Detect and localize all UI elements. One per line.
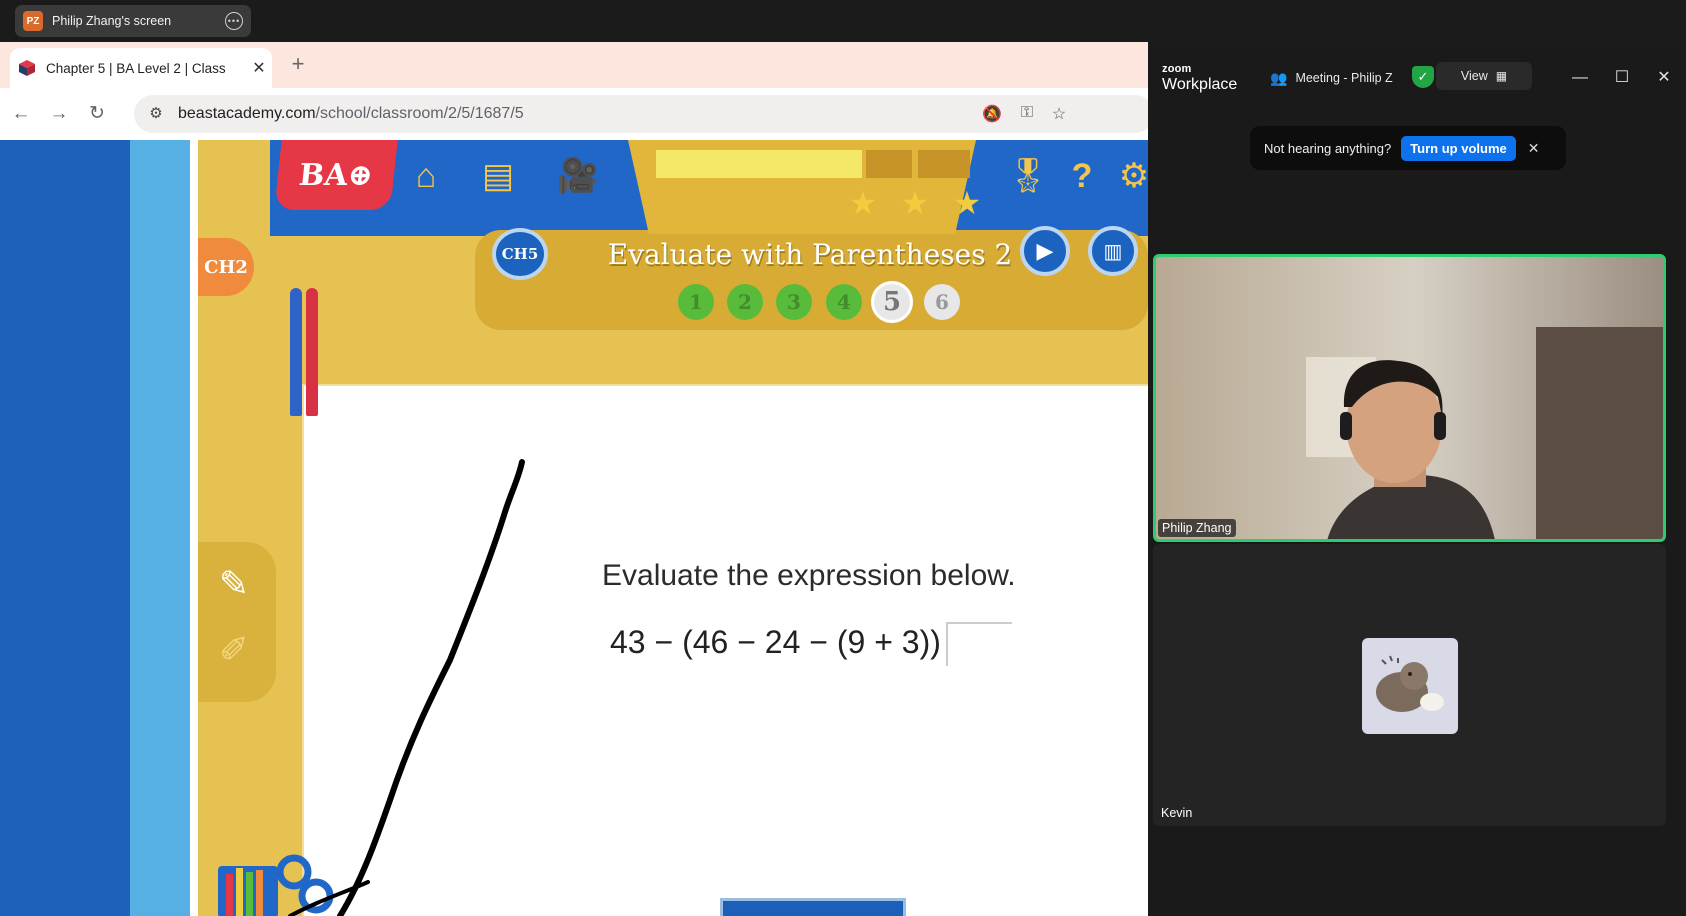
question-dot-3[interactable]: 3 <box>776 284 812 320</box>
star-icon: ★ <box>900 185 930 221</box>
screen-share-chip[interactable]: PZ Philip Zhang's screen ••• <box>15 5 251 37</box>
close-window-icon[interactable]: ✕ <box>1650 64 1678 92</box>
maximize-icon[interactable]: ☐ <box>1608 64 1636 92</box>
background-blue-panel <box>0 140 130 916</box>
zoom-logo-big: Workplace <box>1162 76 1238 93</box>
zoom-logo-small: zoom <box>1162 63 1192 75</box>
lesson-title: Evaluate with Parentheses 2 <box>607 238 1013 271</box>
zoom-title-bar: zoom Workplace 👥 Meeting - Philip Z ✓ Vi… <box>1148 50 1686 106</box>
beast-academy-page: BA⊕ ⌂ ▤ 🎥 ★ ★ ★ 🎖 ? ⚙ CH5 Evaluate with … <box>0 140 1148 916</box>
beast-academy-favicon <box>18 59 36 77</box>
tab-strip: Chapter 5 | BA Level 2 | Class ✕ + <box>0 42 1148 88</box>
help-icon[interactable]: ? <box>1058 152 1106 200</box>
participant-name: Philip Zhang <box>1158 519 1236 537</box>
previous-chapter-badge[interactable]: CH2 <box>198 238 254 296</box>
freehand-ink-stroke <box>288 459 525 916</box>
play-video-button[interactable]: ▶ <box>1020 226 1070 276</box>
view-label: View <box>1460 69 1488 83</box>
site-info-icon[interactable]: ⚙ <box>146 104 166 124</box>
turn-up-volume-button[interactable]: Turn up volume <box>1401 135 1516 161</box>
url-path: /school/classroom/2/5/1687/5 <box>315 105 524 122</box>
meeting-title: Meeting - Philip Z <box>1295 71 1393 85</box>
background-stripe <box>130 140 190 916</box>
check-answer-button[interactable] <box>720 898 906 916</box>
more-options-icon[interactable]: ••• <box>225 12 243 30</box>
address-bar[interactable]: ⚙ beastacademy.com/school/classroom/2/5/… <box>134 95 1148 133</box>
lesson-progress-bar <box>656 150 862 178</box>
participant-video-tile[interactable]: Philip Zhang <box>1153 254 1666 542</box>
zoom-workplace-logo: zoom Workplace <box>1162 64 1252 98</box>
tab-title: Chapter 5 | BA Level 2 | Class <box>46 60 226 76</box>
password-key-icon[interactable]: ⚿ <box>1016 104 1038 124</box>
guide-book-button[interactable]: ▥ <box>1088 226 1138 276</box>
question-dot-2[interactable]: 2 <box>727 284 763 320</box>
star-icon: ★ <box>848 185 878 221</box>
shared-browser-window: Chapter 5 | BA Level 2 | Class ✕ + ← → ↻… <box>0 42 1148 916</box>
close-tab-icon[interactable]: ✕ <box>246 58 272 78</box>
question-dot-6[interactable]: 6 <box>924 284 960 320</box>
participant-name: Kevin <box>1161 806 1193 820</box>
zoom-meeting-window: zoom Workplace 👥 Meeting - Philip Z ✓ Vi… <box>1148 50 1686 916</box>
minimize-icon[interactable]: — <box>1566 64 1594 92</box>
avatar <box>1362 638 1458 734</box>
zoom-footer-area <box>1148 826 1686 916</box>
browser-tab[interactable]: Chapter 5 | BA Level 2 | Class ✕ <box>10 48 272 88</box>
question-prompt: Evaluate the expression below. <box>602 559 1016 592</box>
progress-segment <box>866 150 912 178</box>
participant-tile[interactable]: Kevin <box>1153 544 1666 826</box>
grid-icon: ▦ <box>1495 69 1508 83</box>
reload-icon[interactable]: ↻ <box>84 101 110 127</box>
progress-segment <box>918 150 970 178</box>
award-ribbon-icon[interactable]: 🎖 <box>1004 152 1052 200</box>
screen-share-bar: PZ Philip Zhang's screen ••• <box>0 0 1686 42</box>
question-dot-5[interactable]: 5 <box>871 281 913 323</box>
progress-fill <box>656 150 792 178</box>
answer-input[interactable] <box>946 622 1012 666</box>
view-button[interactable]: View ▦ <box>1436 62 1532 90</box>
audio-notice-text: Not hearing anything? <box>1264 140 1392 156</box>
bookmark-star-icon[interactable]: ☆ <box>1048 104 1070 124</box>
presenter-avatar: PZ <box>23 11 43 31</box>
security-shield-icon[interactable]: ✓ <box>1412 66 1434 88</box>
muted-notifications-icon[interactable]: 🔕 <box>981 104 1003 124</box>
audio-notice: Not hearing anything? Turn up volume ✕ <box>1250 126 1566 170</box>
question-dot-4[interactable]: 4 <box>826 284 862 320</box>
url-host: beastacademy.com <box>178 105 316 122</box>
back-icon[interactable]: ← <box>8 101 34 127</box>
gear-icon[interactable]: ⚙ <box>1110 152 1148 200</box>
new-tab-icon[interactable]: + <box>286 52 310 76</box>
meeting-info[interactable]: 👥 Meeting - Philip Z <box>1270 68 1410 88</box>
close-icon[interactable]: ✕ <box>1528 140 1540 157</box>
star-icon: ★ <box>952 185 982 221</box>
forward-icon[interactable]: → <box>46 101 72 127</box>
question-dot-1[interactable]: 1 <box>678 284 714 320</box>
math-expression: 43 − (46 − 24 − (9 + 3)) = <box>610 624 969 660</box>
browser-toolbar: ← → ↻ ⚙ beastacademy.com/school/classroo… <box>0 88 1148 140</box>
avatar-image <box>1376 655 1444 712</box>
participants-icon: 👥 <box>1270 69 1288 86</box>
screen-share-label: Philip Zhang's screen <box>52 14 172 28</box>
participant-video-feed <box>1156 257 1663 539</box>
